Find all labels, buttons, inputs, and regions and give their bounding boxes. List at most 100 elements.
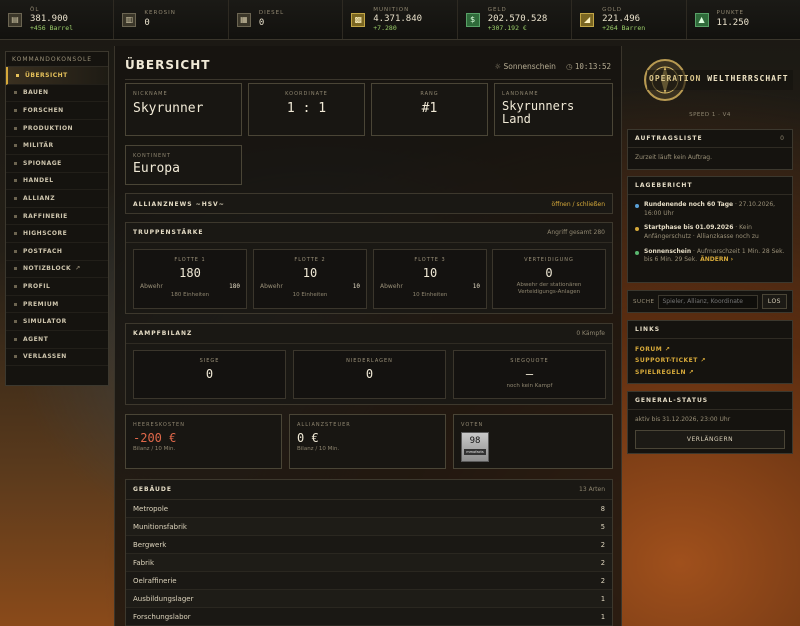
rang-label: RANG: [420, 91, 439, 97]
fleet-abwehr-row: Abwehr 10: [374, 283, 486, 290]
fleet-units: 10 Einheiten: [292, 292, 328, 298]
sidebar-item-highscore[interactable]: HIGHSCORE: [6, 225, 108, 243]
troops-attack-total: Angriff gesamt 280: [547, 229, 605, 236]
divider: [125, 79, 611, 80]
auftrag-text: Zurzeit läuft kein Auftrag.: [635, 154, 713, 161]
resource-value: 202.570.528: [487, 14, 548, 24]
resource-text: DIESEL 0: [259, 11, 284, 28]
heer-card: HEERESKOSTEN -200 € Bilanz / 10 Min.: [125, 414, 282, 469]
resource-name: GOLD: [602, 6, 622, 13]
resource-text: GOLD 221.496 +264 Barren: [602, 6, 645, 32]
abwehr-value: 180: [229, 283, 240, 290]
resource-text: GELD 202.570.528 +307.192 €: [487, 7, 548, 32]
sidebar-item-premium[interactable]: PREMIUM: [6, 296, 108, 314]
sidebar-item-label: HANDEL: [23, 177, 54, 185]
news-text: Sonnenschein · Aufmarschzeit 1 Min. 28 S…: [644, 248, 785, 265]
resource-value: 221.496: [602, 14, 641, 24]
battle-title: KAMPFBILANZ: [133, 330, 193, 337]
defense-label: VERTEIDIGUNG: [524, 257, 574, 263]
link-item[interactable]: SUPPORT-TICKET ↗: [635, 355, 785, 366]
battle-count: 0 Kämpfe: [576, 330, 605, 337]
sidebar-item-profil[interactable]: PROFIL: [6, 278, 108, 296]
sidebar-item-raffinerie[interactable]: RAFFINERIE: [6, 208, 108, 226]
siege-label: SIEGE: [199, 358, 220, 364]
resource-gold: ◢ GOLD 221.496 +264 Barren: [572, 0, 687, 39]
vote-button[interactable]: 98 mmofacts: [461, 432, 489, 462]
news-text: Rundenende noch 60 Tage · 27.10.2026, 16…: [644, 201, 785, 218]
link-item[interactable]: SPIELREGELN ↗: [635, 367, 785, 378]
bullet-icon: [14, 284, 17, 288]
rang-card: RANG #1: [371, 83, 488, 136]
niederlagen-value: 0: [365, 367, 374, 381]
sidebar-item-produktion[interactable]: PRODUKTION: [6, 120, 108, 138]
bullet-icon: [14, 91, 17, 95]
kontinent-value: Europa: [133, 161, 180, 176]
koordinate-label: KOORDINATE: [285, 91, 328, 97]
sidebar-item-label: FORSCHEN: [23, 106, 64, 114]
search-button[interactable]: LOS: [761, 294, 787, 309]
resource-value: 4.371.840: [373, 14, 423, 24]
quote-label: SIEGQUOTE: [510, 358, 549, 364]
sidebar-item-postfach[interactable]: POSTFACH: [6, 243, 108, 261]
fleet-box: FLOTTE 3 10 Abwehr 10 10 Einheiten: [373, 249, 487, 309]
table-row: Oelraffinerie 2: [126, 572, 612, 590]
troops-panel: TRUPPENSTÄRKE Angriff gesamt 280 FLOTTE …: [125, 222, 613, 314]
logo-line1: OPERATION: [649, 74, 702, 83]
abwehr-label: Abwehr: [380, 283, 403, 290]
resource-diesel: ▦ DIESEL 0: [229, 0, 344, 39]
steuer-label: ALLIANZSTEUER: [297, 422, 351, 428]
news-link[interactable]: ÄNDERN ›: [700, 256, 733, 263]
sidebar-item-label: SIMULATOR: [23, 318, 67, 326]
bullet-icon: [14, 161, 17, 165]
nickname-card: NICKNAME Skyrunner: [125, 83, 242, 136]
fleet-units: 10 Einheiten: [412, 292, 448, 298]
building-name: Ausbildungslager: [133, 594, 194, 603]
building-name: Metropole: [133, 504, 169, 513]
page-title: ÜBERSICHT: [125, 58, 211, 72]
quote-box: SIEGQUOTE — noch kein Kampf: [453, 350, 606, 399]
building-name: Fabrik: [133, 558, 154, 567]
sidebar-item-notizblock[interactable]: NOTIZBLOCK ↗: [6, 261, 108, 279]
defense-value: 0: [545, 266, 553, 280]
resource-name: KEROSIN: [144, 10, 176, 17]
siege-box: SIEGE 0: [133, 350, 286, 399]
steuer-card: ALLIANZSTEUER 0 € Bilanz / 10 Min.: [289, 414, 446, 469]
buildings-panel: GEBÄUDE 13 Arten Metropole 8 Munitionsfabr…: [125, 479, 613, 626]
alliance-news-toggle[interactable]: öffnen / schließen: [552, 201, 605, 208]
sidebar-item-simulator[interactable]: SIMULATOR: [6, 313, 108, 331]
sidebar-item-label: ÜBERSICHT: [25, 71, 68, 79]
sidebar-item-label: PROFIL: [23, 282, 51, 290]
abwehr-value: 10: [472, 283, 480, 290]
fleet-label: FLOTTE 2: [294, 257, 326, 263]
bullet-icon: [14, 267, 17, 271]
sidebar-item-spionage[interactable]: SPIONAGE: [6, 155, 108, 173]
weather-text: Sonnenschein: [503, 62, 556, 71]
sidebar-item-handel[interactable]: HANDEL: [6, 173, 108, 191]
sidebar-item-forschen[interactable]: FORSCHEN: [6, 102, 108, 120]
resource-name: DIESEL: [258, 10, 285, 17]
voten-label: VOTEN: [461, 422, 484, 428]
sidebar-item-bauen[interactable]: BAUEN: [6, 85, 108, 103]
fleet-value: 180: [179, 266, 201, 280]
sidebar-item-agent[interactable]: AGENT: [6, 331, 108, 349]
fleet-value: 10: [422, 266, 438, 280]
extend-button[interactable]: VERLÄNGERN: [635, 429, 785, 449]
bullet-icon: [14, 126, 17, 130]
sidebar-item-übersicht[interactable]: ÜBERSICHT: [6, 67, 108, 85]
sidebar-item-militär[interactable]: MILITÄR: [6, 137, 108, 155]
bullet-icon: [14, 196, 17, 200]
troops-title: TRUPPENSTÄRKE: [133, 229, 204, 236]
sidebar-item-allianz[interactable]: ALLIANZ: [6, 190, 108, 208]
resource-delta: +7.280: [373, 24, 397, 32]
search-input[interactable]: [658, 294, 758, 309]
sidebar-item-verlassen[interactable]: VERLASSEN: [6, 349, 108, 367]
landname-value: Skyrunners Land: [502, 99, 575, 127]
oil-barrel-icon: ▤: [8, 12, 22, 27]
abwehr-value: 10: [352, 283, 360, 290]
sidebar-item-label: BAUEN: [23, 89, 49, 97]
building-count: 2: [600, 576, 605, 585]
link-item[interactable]: FORUM ↗: [635, 344, 785, 355]
resource-value: 381.900: [30, 14, 68, 24]
abwehr-label: Abwehr: [140, 283, 163, 290]
vote-badge: mmofacts: [464, 449, 486, 455]
